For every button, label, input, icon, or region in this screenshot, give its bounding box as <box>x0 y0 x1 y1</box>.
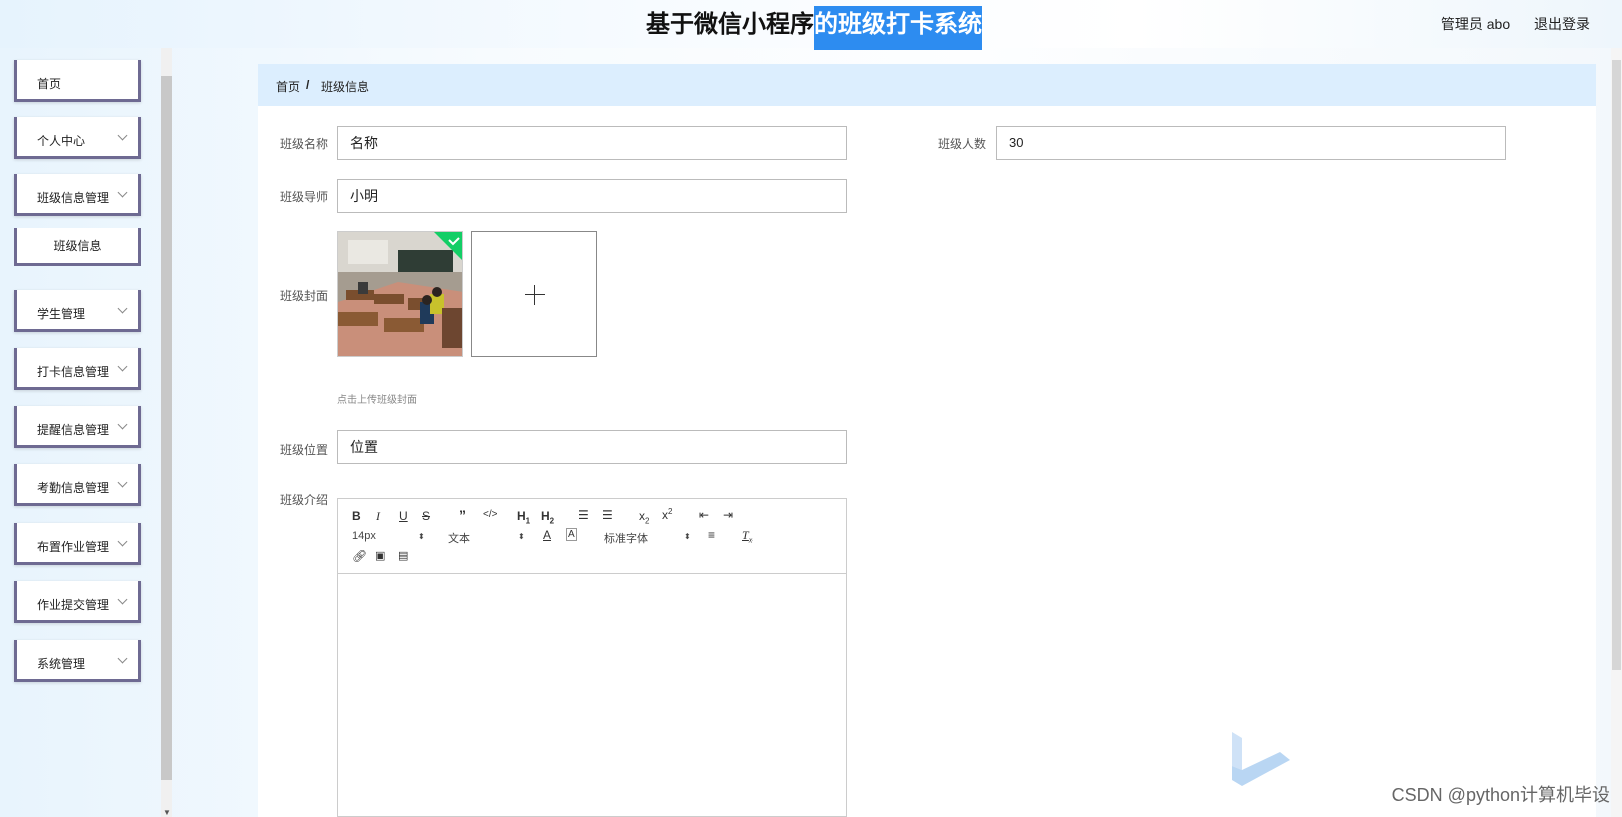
cover-label: 班级封面 <box>280 289 329 303</box>
video-icon[interactable]: ▤ <box>398 549 408 562</box>
cover-upload-tip: 点击上传班级封面 <box>337 395 417 406</box>
intro-rich-text-editor[interactable]: B I U S ” </> H1 H2 ☰ ☰ x2 x2 ⇤ ⇥ 14px ⬍ … <box>337 498 847 817</box>
sidebar-item-label: 作业提交管理 <box>37 598 110 612</box>
blockquote-icon[interactable]: ” <box>459 507 466 523</box>
cover-image-thumbnail[interactable] <box>337 231 463 357</box>
chevron-down-icon <box>117 477 128 488</box>
sidebar-item-checkin-management[interactable]: 打卡信息管理 <box>14 348 141 390</box>
bullet-list-icon[interactable]: ☰ <box>602 508 613 522</box>
header-select[interactable]: 文本 ⬍ <box>448 530 525 546</box>
sidebar-item-label: 系统管理 <box>37 657 86 671</box>
chevron-down-icon <box>117 594 128 605</box>
classroom-photo <box>338 232 462 356</box>
sidebar: 首页 个人中心 班级信息管理 班级信息 学生管理 打卡信息管理 提醒信息管理 考… <box>0 48 172 817</box>
sidebar-item-label: 学生管理 <box>37 307 86 321</box>
sidebar-item-attendance-management[interactable]: 考勤信息管理 <box>14 464 141 506</box>
class-size-label: 班级人数 <box>938 137 987 151</box>
title-part2-highlight: 的班级打卡系统 <box>814 6 982 50</box>
breadcrumb-home[interactable]: 首页 <box>276 78 300 95</box>
font-size-value: 14px <box>352 530 376 542</box>
sidebar-item-label: 首页 <box>37 77 62 91</box>
chevron-down-icon <box>117 536 128 547</box>
sidebar-item-assignment-management[interactable]: 布置作业管理 <box>14 523 141 565</box>
ordered-list-icon[interactable]: ☰ <box>578 508 589 522</box>
top-header: 基于微信小程序的班级打卡系统 管理员 abo 退出登录 <box>0 0 1622 50</box>
sidebar-scrollbar[interactable]: ▼ <box>161 48 172 817</box>
editor-toolbar: B I U S ” </> H1 H2 ☰ ☰ x2 x2 ⇤ ⇥ 14px ⬍ … <box>338 499 846 574</box>
sidebar-item-student-management[interactable]: 学生管理 <box>14 290 141 332</box>
sidebar-item-label: 考勤信息管理 <box>37 481 110 495</box>
sidebar-item-class-info-management[interactable]: 班级信息管理 <box>14 174 141 216</box>
sidebar-item-personal-center[interactable]: 个人中心 <box>14 117 141 159</box>
code-block-icon[interactable]: </> <box>483 509 497 520</box>
sidebar-item-submission-management[interactable]: 作业提交管理 <box>14 581 141 623</box>
clear-format-icon[interactable]: Tx <box>742 528 752 544</box>
teacher-label: 班级导师 <box>280 190 329 204</box>
sidebar-item-label: 打卡信息管理 <box>37 365 110 379</box>
plus-icon <box>525 294 545 295</box>
main-scrollbar-thumb[interactable] <box>1612 60 1621 670</box>
admin-label: 管理员 abo <box>1440 16 1511 32</box>
chevron-down-icon <box>117 653 128 664</box>
sidebar-item-system-management[interactable]: 系统管理 <box>14 640 141 682</box>
location-input[interactable]: 位置 <box>337 430 847 464</box>
system-title: 基于微信小程序的班级打卡系统 <box>646 6 982 50</box>
sidebar-item-home[interactable]: 首页 <box>14 60 141 102</box>
strikethrough-icon[interactable]: S <box>422 509 430 523</box>
header-user-area: 管理员 abo 退出登录 <box>1421 14 1590 34</box>
indent-icon[interactable]: ⇥ <box>723 508 733 522</box>
header-select-value: 文本 <box>448 533 470 545</box>
italic-icon[interactable]: I <box>376 509 380 524</box>
sidebar-item-reminder-management[interactable]: 提醒信息管理 <box>14 406 141 448</box>
heading1-icon[interactable]: H1 <box>517 509 530 525</box>
link-icon[interactable]: 🔗︎ <box>352 549 367 563</box>
chevron-down-icon <box>117 419 128 430</box>
bold-icon[interactable]: B <box>352 509 361 523</box>
sidebar-item-label: 提醒信息管理 <box>37 423 110 437</box>
logout-button[interactable]: 退出登录 <box>1534 16 1590 32</box>
outdent-icon[interactable]: ⇤ <box>699 508 709 522</box>
editor-content-area[interactable] <box>338 574 846 816</box>
sidebar-item-label: 班级信息管理 <box>37 191 110 205</box>
subscript-icon[interactable]: x2 <box>639 509 649 525</box>
font-family-select[interactable]: 标准字体 ⬍ <box>604 530 691 546</box>
font-color-icon[interactable]: A <box>543 528 551 542</box>
class-name-label: 班级名称 <box>280 137 329 151</box>
font-size-select[interactable]: 14px ⬍ <box>352 530 425 542</box>
sidebar-item-label: 个人中心 <box>37 134 86 148</box>
scroll-down-arrow-icon[interactable]: ▼ <box>163 808 171 817</box>
main-scrollbar[interactable] <box>1611 48 1622 817</box>
class-name-input[interactable]: 名称 <box>337 126 847 160</box>
sidebar-subitem-class-info[interactable]: 班级信息 <box>14 228 141 266</box>
cover-upload-button[interactable] <box>471 231 597 357</box>
align-icon[interactable]: ≡ <box>708 528 715 542</box>
chevron-down-icon <box>117 187 128 198</box>
watermark-text: CSDN @python计算机毕设 <box>1391 785 1610 805</box>
teacher-input[interactable]: 小明 <box>337 179 847 213</box>
breadcrumb: 首页 / 班级信息 <box>258 64 1596 106</box>
chevron-down-icon <box>117 303 128 314</box>
breadcrumb-current: 班级信息 <box>321 80 370 94</box>
font-family-value: 标准字体 <box>604 533 648 545</box>
sidebar-scrollbar-thumb[interactable] <box>161 76 172 780</box>
watermark-logo-icon <box>1232 732 1290 786</box>
image-icon[interactable]: ▣ <box>375 549 385 562</box>
background-color-icon[interactable]: A <box>566 528 577 541</box>
breadcrumb-separator: / <box>306 78 310 92</box>
heading2-icon[interactable]: H2 <box>541 509 554 525</box>
title-part1: 基于微信小程序 <box>646 10 814 38</box>
superscript-icon[interactable]: x2 <box>662 507 672 522</box>
intro-label: 班级介绍 <box>280 493 329 507</box>
class-size-input[interactable]: 30 <box>996 126 1506 160</box>
chevron-down-icon <box>117 130 128 141</box>
sidebar-item-label: 布置作业管理 <box>37 540 110 554</box>
chevron-down-icon <box>117 361 128 372</box>
underline-icon[interactable]: U <box>399 509 408 523</box>
location-label: 班级位置 <box>280 443 329 457</box>
